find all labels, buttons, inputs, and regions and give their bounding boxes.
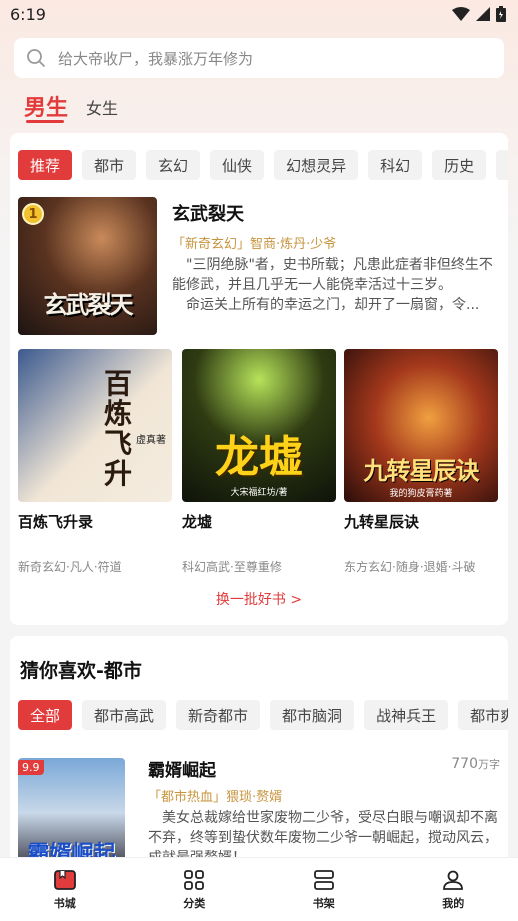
user-icon: [443, 870, 464, 890]
nav-label: 我的: [442, 897, 465, 910]
cover-title-art: 九转星辰诀: [363, 456, 480, 485]
word-count-value: 770: [451, 756, 478, 772]
status-bar: 6:19: [0, 0, 518, 30]
bottom-nav: 书城 分类 书架 我的: [0, 857, 518, 921]
book-cover[interactable]: 九转星辰诀 我的狗皮膏药著: [344, 349, 498, 502]
tab-male[interactable]: 男生: [24, 90, 68, 123]
chip-supernatural[interactable]: 幻想灵异: [274, 150, 359, 180]
search-placeholder[interactable]: 给大帝收尸，我暴涨万年修为: [58, 48, 253, 69]
wifi-icon: [452, 7, 470, 21]
book-cover[interactable]: 百炼飞升 虚真著: [18, 349, 172, 502]
nav-label: 书架: [312, 897, 335, 910]
chip-urban-martial[interactable]: 都市高武: [82, 700, 167, 730]
book-tags: 「新奇玄幻」智商·炼丹·少爷: [172, 237, 337, 252]
chip-all[interactable]: 全部: [18, 700, 73, 730]
word-count: 770万字: [451, 756, 500, 772]
book-tags: 东方玄幻·随身·退婚·斗破: [344, 560, 476, 574]
search-icon: [27, 49, 46, 68]
chip-urban[interactable]: 都市: [82, 150, 137, 180]
gender-tabs: 男生 女生: [24, 90, 118, 123]
battery-icon: [496, 6, 506, 22]
rank-badge: 1: [22, 203, 44, 225]
cover-author: 大宋福红坊/著: [230, 488, 288, 498]
refresh-button[interactable]: 换一批好书 >: [10, 589, 508, 609]
chip-scifi[interactable]: 科幻: [368, 150, 423, 180]
nav-bookshelf[interactable]: 书架: [284, 868, 364, 911]
book-cover[interactable]: 玄武裂天 1: [18, 197, 157, 335]
featured-book[interactable]: 玄武裂天 1 玄武裂天 「新奇玄幻」智商·炼丹·少爷 "三阴绝脉"者，史书所载；…: [18, 197, 500, 337]
nav-category[interactable]: 分类: [154, 868, 234, 911]
guess-card: 猜你喜欢-都市 全部 都市高武 新奇都市 都市脑洞 战神兵王 都市爽 霸婿崛起 …: [10, 636, 508, 886]
status-icons: [452, 6, 506, 22]
nav-bookstore[interactable]: 书城: [25, 868, 105, 911]
tab-female[interactable]: 女生: [86, 95, 118, 122]
book-cover[interactable]: 龙墟 大宋福红坊/著: [182, 349, 336, 502]
search-bar[interactable]: 给大帝收尸，我暴涨万年修为: [14, 38, 504, 78]
book-cover[interactable]: 霸婿崛起 9.9: [18, 758, 125, 868]
chip-more[interactable]: 门: [496, 150, 508, 180]
chip-war-god[interactable]: 战神兵王: [364, 700, 449, 730]
chip-history[interactable]: 历史: [432, 150, 487, 180]
book-title[interactable]: 百炼飞升录: [18, 511, 93, 532]
bookshelf-icon: [313, 870, 334, 890]
book-grid: 百炼飞升 虚真著 百炼飞升录 新奇玄幻·凡人·符道 龙墟 大宋福红坊/著 龙墟 …: [18, 349, 500, 579]
bookstore-icon: [53, 870, 76, 890]
book-title[interactable]: 九转星辰诀: [344, 511, 419, 532]
chip-novel-urban[interactable]: 新奇都市: [176, 700, 261, 730]
status-time: 6:19: [10, 5, 46, 24]
cover-title-art: 百炼飞升: [103, 367, 132, 490]
cover-title-art: 龙墟: [215, 432, 303, 483]
cover-author: 虚真著: [136, 435, 166, 446]
cover-author: 我的狗皮膏药著: [389, 489, 453, 499]
chip-recommend[interactable]: 推荐: [18, 150, 73, 180]
chip-urban-cool[interactable]: 都市爽: [458, 700, 508, 730]
book-title[interactable]: 龙墟: [182, 511, 212, 532]
category-chips: 推荐 都市 玄幻 仙侠 幻想灵异 科幻 历史 门: [18, 150, 508, 180]
cover-title-art: 玄武裂天: [43, 290, 134, 319]
book-tags: 「都市热血」猥琐·赘婿: [148, 790, 283, 805]
guess-filter-chips: 全部 都市高武 新奇都市 都市脑洞 战神兵王 都市爽: [18, 700, 508, 730]
word-count-unit: 万字: [478, 758, 500, 771]
book-title[interactable]: 霸婿崛起: [148, 756, 216, 781]
book-tags: 科幻高武·至尊重修: [182, 560, 282, 574]
chip-fantasy[interactable]: 玄幻: [146, 150, 201, 180]
section-title: 猜你喜欢-都市: [20, 660, 142, 682]
grid-icon: [184, 870, 205, 890]
recommend-card: 推荐 都市 玄幻 仙侠 幻想灵异 科幻 历史 门 玄武裂天 1 玄武裂天 「新奇…: [10, 133, 508, 625]
nav-label: 书城: [53, 897, 76, 910]
nav-label: 分类: [183, 897, 206, 910]
nav-profile[interactable]: 我的: [413, 868, 493, 911]
book-tags: 新奇玄幻·凡人·符道: [18, 560, 122, 574]
chip-xianxia[interactable]: 仙侠: [210, 150, 265, 180]
book-title[interactable]: 玄武裂天: [172, 200, 244, 226]
desc-paragraph-1: "三阴绝脉"者，史书所载；凡患此症者非但终生不能修武，并且几乎无一人能侥幸活过十…: [172, 257, 493, 293]
signal-icon: [476, 7, 490, 21]
chip-urban-brainhole[interactable]: 都市脑洞: [270, 700, 355, 730]
score-badge: 9.9: [18, 760, 44, 775]
desc-paragraph-2: 命运关上所有的幸运之门，却开了一扇窗，令...: [186, 297, 480, 313]
book-description: "三阴绝脉"者，史书所载；凡患此症者非但终生不能修武，并且几乎无一人能侥幸活过十…: [172, 255, 502, 315]
